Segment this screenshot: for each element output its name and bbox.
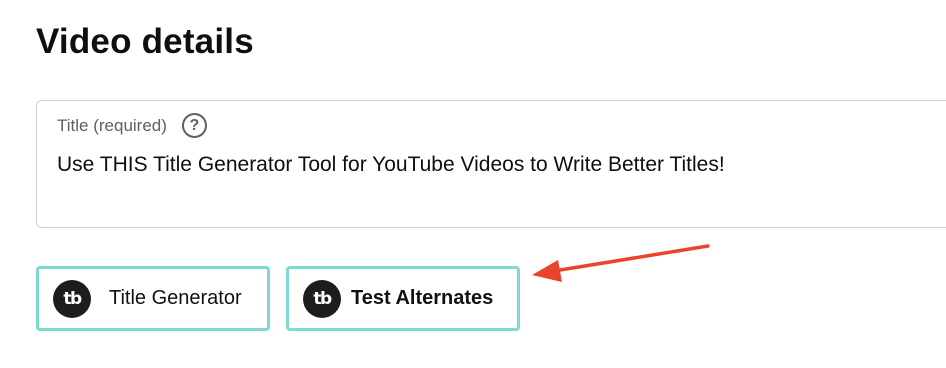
page-title: Video details	[36, 22, 254, 61]
title-generator-button[interactable]: tb Title Generator	[36, 266, 270, 331]
title-input[interactable]: Use THIS Title Generator Tool for YouTub…	[57, 153, 725, 177]
help-icon[interactable]: ?	[181, 113, 207, 138]
title-field-label: Title (required)	[57, 115, 167, 135]
title-field[interactable]: Title (required) ? Use THIS Title Genera…	[36, 100, 946, 228]
tubebuddy-logo-icon: tb	[303, 279, 341, 318]
test-alternates-button[interactable]: tb Test Alternates	[286, 266, 520, 331]
title-label-row: Title (required) ?	[57, 113, 207, 138]
red-arrow-annotation-icon	[532, 244, 710, 282]
page: Video details Title (required) ? Use THI…	[0, 0, 946, 368]
tubebuddy-logo-icon: tb	[53, 279, 91, 318]
title-generator-label: Title Generator	[109, 287, 242, 309]
test-alternates-label: Test Alternates	[351, 287, 494, 309]
